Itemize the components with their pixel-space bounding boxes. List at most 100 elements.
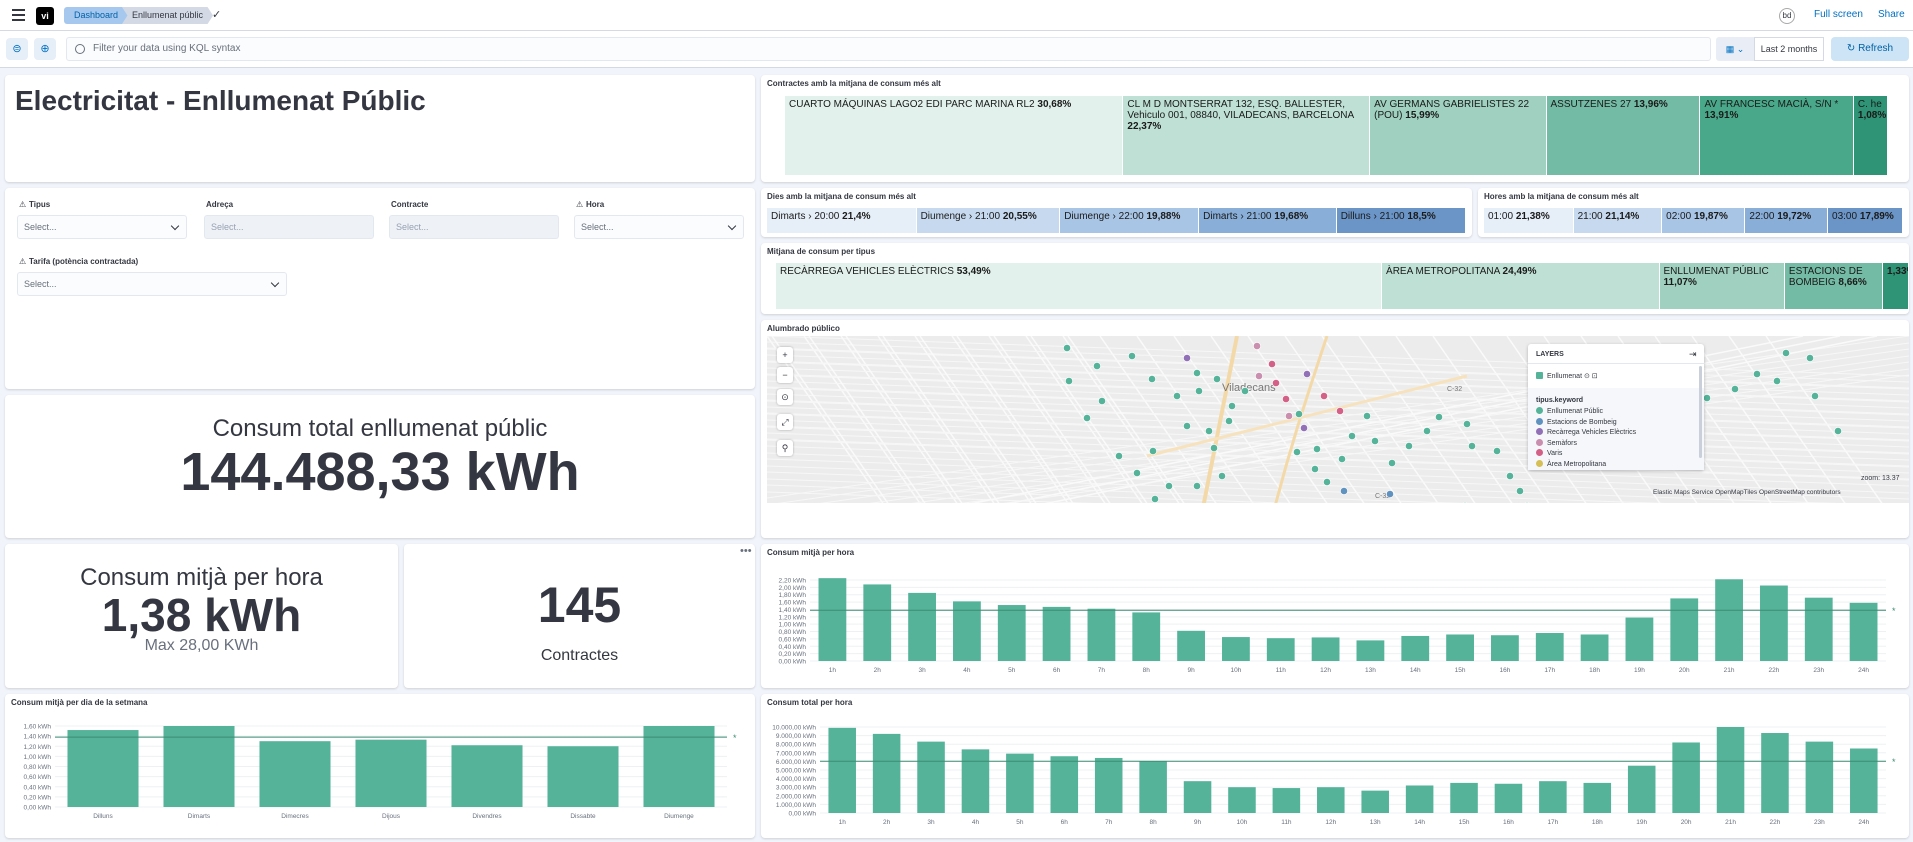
map-point[interactable] bbox=[1255, 372, 1263, 380]
bar[interactable] bbox=[961, 749, 990, 813]
treemap-cell[interactable]: Diumenge › 21:00 20,55% bbox=[916, 208, 1061, 233]
legend-item[interactable]: Recàrrega Vehicles Elèctrics bbox=[1536, 428, 1636, 436]
map-point[interactable] bbox=[1065, 377, 1073, 385]
treemap-cell[interactable]: Dilluns › 21:00 18,5% bbox=[1336, 208, 1466, 233]
treemap-cell[interactable]: ASSUTZENES 27 13,96% bbox=[1546, 96, 1701, 175]
panel-options-icon[interactable]: ••• bbox=[740, 545, 752, 557]
kql-search-input[interactable]: Filter your data using KQL syntax bbox=[66, 37, 1711, 61]
map-point[interactable] bbox=[1323, 478, 1331, 486]
bar[interactable] bbox=[872, 733, 901, 813]
control-select[interactable]: Select... bbox=[17, 272, 287, 296]
map-point[interactable] bbox=[1340, 487, 1348, 495]
map-point[interactable] bbox=[1363, 412, 1371, 420]
bar[interactable] bbox=[1446, 634, 1474, 661]
map-point[interactable] bbox=[1193, 369, 1201, 377]
bar[interactable] bbox=[1535, 633, 1564, 661]
bar[interactable] bbox=[1625, 617, 1654, 661]
bar[interactable] bbox=[1405, 785, 1434, 813]
control-select[interactable]: Select... bbox=[204, 215, 374, 239]
zoom-in-icon[interactable]: + bbox=[777, 347, 793, 363]
bar[interactable] bbox=[1716, 727, 1745, 813]
treemap-cell[interactable]: ÀREA METROPOLITANA 24,49% bbox=[1382, 263, 1660, 309]
map-point[interactable] bbox=[1083, 414, 1091, 422]
map-point[interactable] bbox=[1193, 482, 1201, 490]
bar[interactable] bbox=[1672, 742, 1700, 813]
date-range-picker[interactable]: Last 2 months bbox=[1754, 37, 1824, 61]
bar[interactable] bbox=[1804, 597, 1833, 661]
calendar-icon[interactable]: ▦ ⌄ bbox=[1716, 37, 1754, 61]
bar[interactable] bbox=[1222, 637, 1250, 661]
map-point[interactable] bbox=[1063, 344, 1071, 352]
bar[interactable] bbox=[1401, 635, 1430, 661]
treemap-cell[interactable]: CL M D MONTSERRAT 132, ESQ. BALLESTER, V… bbox=[1123, 96, 1371, 175]
legend-item[interactable]: Estacions de Bombeig bbox=[1536, 417, 1617, 426]
treemap-cell[interactable]: 01:00 21,38% bbox=[1484, 208, 1574, 233]
bar[interactable] bbox=[1266, 638, 1295, 661]
treemap-cell[interactable]: 21:00 21,14% bbox=[1573, 208, 1663, 233]
app-logo[interactable]: vi bbox=[36, 7, 54, 25]
legend-item[interactable]: Àrea Metropolitana bbox=[1536, 459, 1606, 468]
bar[interactable] bbox=[547, 746, 619, 807]
bar[interactable] bbox=[1627, 765, 1656, 813]
bar[interactable] bbox=[1228, 787, 1256, 813]
map-point[interactable] bbox=[1241, 387, 1249, 395]
bar[interactable] bbox=[1177, 630, 1205, 661]
map-canvas[interactable]: ViladecansC-32C-32C-31Gavà + − ⊙ ⤢ ⚲ LAY… bbox=[767, 336, 1909, 503]
map-point[interactable] bbox=[1773, 377, 1781, 385]
bar[interactable] bbox=[67, 730, 139, 807]
share-link[interactable]: Share bbox=[1878, 9, 1905, 20]
treemap-cell[interactable]: RECÀRREGA VEHICLES ELÈCTRICS 53,49% bbox=[776, 263, 1383, 309]
map-point[interactable] bbox=[1282, 395, 1290, 403]
map-point[interactable] bbox=[1173, 392, 1181, 400]
map-point[interactable] bbox=[1313, 445, 1321, 453]
bar[interactable] bbox=[1580, 634, 1609, 661]
treemap-cell[interactable]: Diumenge › 22:00 19,88% bbox=[1060, 208, 1200, 233]
map-point[interactable] bbox=[1213, 375, 1221, 383]
checkmark-icon[interactable]: ✓ bbox=[212, 8, 221, 21]
map-point[interactable] bbox=[1806, 354, 1814, 362]
map-point[interactable] bbox=[1205, 427, 1213, 435]
map-point[interactable] bbox=[1703, 394, 1711, 402]
treemap-cell[interactable]: 03:00 17,89% bbox=[1828, 208, 1903, 233]
legend-item[interactable]: Semàfors bbox=[1536, 438, 1577, 447]
bar[interactable] bbox=[1494, 783, 1523, 813]
bar[interactable] bbox=[1006, 753, 1034, 813]
map-point[interactable] bbox=[1183, 422, 1191, 430]
bar[interactable] bbox=[1311, 637, 1340, 661]
map-point[interactable] bbox=[1295, 410, 1303, 418]
bar[interactable] bbox=[1094, 757, 1123, 813]
map-point[interactable] bbox=[1834, 427, 1842, 435]
bar[interactable] bbox=[643, 726, 715, 807]
map-point[interactable] bbox=[1320, 392, 1328, 400]
map-point[interactable] bbox=[1516, 487, 1524, 495]
bar[interactable] bbox=[1805, 741, 1834, 813]
map-point[interactable] bbox=[1093, 362, 1101, 370]
bar[interactable] bbox=[1087, 608, 1116, 661]
map-point[interactable] bbox=[1128, 352, 1136, 360]
bar[interactable] bbox=[1491, 635, 1519, 661]
treemap-cell[interactable]: Dimarts › 20:00 21,4% bbox=[767, 208, 917, 233]
map-point[interactable] bbox=[1285, 412, 1293, 420]
bar[interactable] bbox=[1850, 748, 1878, 814]
map-point[interactable] bbox=[1336, 407, 1344, 415]
map-point[interactable] bbox=[1348, 432, 1356, 440]
bar[interactable] bbox=[1361, 790, 1389, 813]
map-point[interactable] bbox=[1098, 397, 1106, 405]
map-point[interactable] bbox=[1731, 385, 1739, 393]
treemap-cell[interactable]: Dimarts › 21:00 19,68% bbox=[1199, 208, 1337, 233]
treemap-cell[interactable]: 22:00 19,72% bbox=[1745, 208, 1829, 233]
bar[interactable] bbox=[1272, 788, 1301, 813]
map-attribution[interactable]: Elastic Maps Service OpenMapTiles OpenSt… bbox=[1653, 489, 1841, 496]
map-point[interactable] bbox=[1165, 482, 1173, 490]
map-point[interactable] bbox=[1183, 354, 1191, 362]
bar[interactable] bbox=[355, 739, 427, 807]
add-filter-icon[interactable]: ⊕ bbox=[34, 38, 56, 60]
treemap-cell[interactable]: C. he 1,08% bbox=[1853, 96, 1888, 175]
map-point[interactable] bbox=[1493, 447, 1501, 455]
layer-row[interactable]: Enllumenat ⊙ ⊡ bbox=[1536, 372, 1598, 380]
refresh-button[interactable]: ↻ Refresh bbox=[1831, 37, 1909, 61]
map-point[interactable] bbox=[1506, 472, 1514, 480]
bar[interactable] bbox=[451, 745, 523, 807]
map-point[interactable] bbox=[1753, 370, 1761, 378]
legend-item[interactable]: Varis bbox=[1536, 449, 1562, 457]
